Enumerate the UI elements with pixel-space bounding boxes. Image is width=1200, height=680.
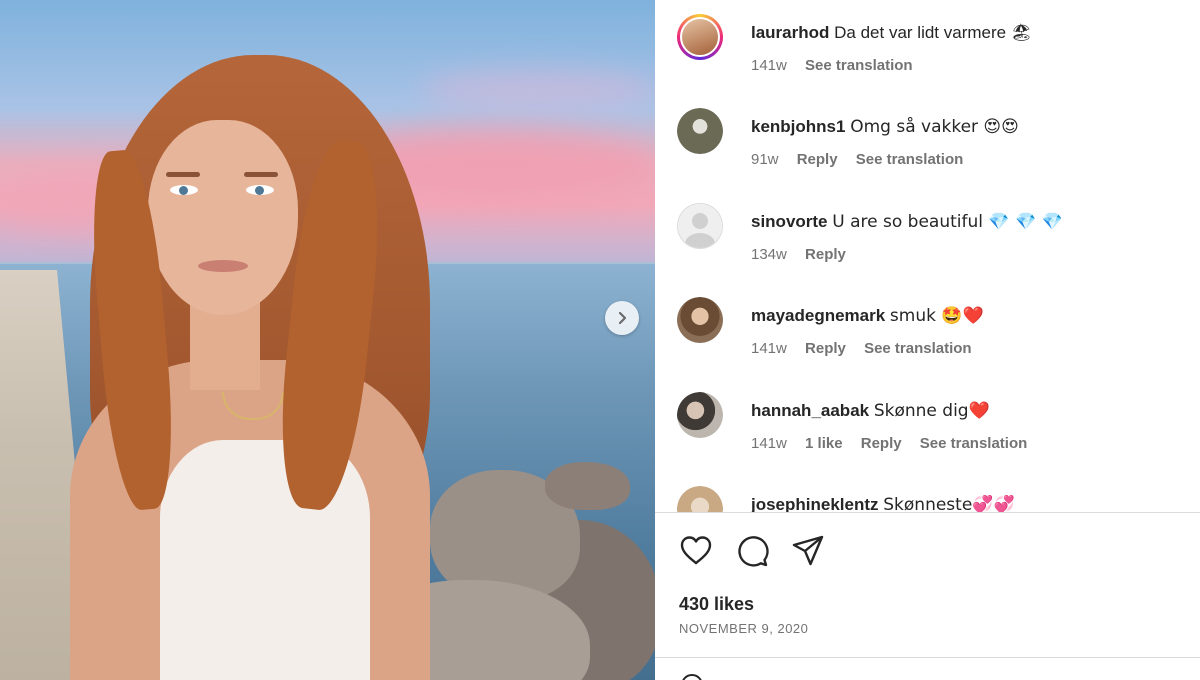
comment-username[interactable]: mayadegnemark (751, 306, 885, 325)
emoji-picker-icon[interactable] (681, 674, 703, 680)
comment-username[interactable]: sinovorte (751, 212, 828, 231)
comment-text: Omg så vakker 😍😍 (850, 117, 1019, 137)
see-translation-link[interactable]: See translation (920, 435, 1028, 452)
comment-username[interactable]: josephineklentz (751, 495, 879, 512)
post-side-panel: laurarhod Da det var lidt varmere 🏖 141w… (655, 0, 1200, 680)
comment-age: 141w (751, 340, 787, 357)
comment-age: 91w (751, 151, 779, 168)
divider (655, 657, 1200, 658)
comment-bubble-icon[interactable] (735, 534, 769, 568)
comments-list[interactable]: laurarhod Da det var lidt varmere 🏖 141w… (655, 0, 1200, 512)
see-translation-link[interactable]: See translation (856, 151, 964, 168)
author-username[interactable]: laurarhod (751, 23, 829, 42)
comment-text: U are so beautiful 💎 💎 💎 (832, 212, 1063, 232)
reply-button[interactable]: Reply (797, 151, 838, 168)
divider (655, 512, 1200, 513)
paper-plane-icon[interactable] (791, 534, 825, 568)
comment-likes-count[interactable]: 1 like (805, 435, 843, 452)
default-avatar-icon (678, 204, 722, 248)
next-photo-button[interactable] (605, 301, 639, 335)
caption-text: Da det var lidt varmere 🏖 (834, 23, 1033, 42)
comment-text: smuk 🤩❤️ (889, 306, 984, 326)
comment-username[interactable]: hannah_aabak (751, 401, 869, 420)
post-actions (679, 534, 825, 568)
comment-text: Skønne dig❤️ (873, 401, 990, 421)
avatar[interactable] (677, 203, 723, 249)
heart-icon[interactable] (679, 534, 713, 568)
avatar[interactable] (677, 108, 723, 154)
post-photo (0, 0, 655, 680)
avatar[interactable] (677, 486, 723, 512)
see-translation-link[interactable]: See translation (864, 340, 972, 357)
reply-button[interactable]: Reply (861, 435, 902, 452)
likes-count[interactable]: 430 likes (679, 594, 754, 615)
chevron-right-icon (618, 311, 627, 325)
comment-username[interactable]: kenbjohns1 (751, 117, 845, 136)
author-avatar[interactable] (677, 14, 723, 60)
avatar[interactable] (677, 297, 723, 343)
comment-age: 141w (751, 435, 787, 452)
avatar[interactable] (677, 392, 723, 438)
caption-age: 141w (751, 57, 787, 74)
see-translation-link[interactable]: See translation (805, 57, 913, 74)
post-date[interactable]: NOVEMBER 9, 2020 (679, 621, 808, 636)
comment-text: Skønneste💞💞 (883, 495, 1015, 512)
reply-button[interactable]: Reply (805, 246, 846, 263)
reply-button[interactable]: Reply (805, 340, 846, 357)
comment-age: 134w (751, 246, 787, 263)
